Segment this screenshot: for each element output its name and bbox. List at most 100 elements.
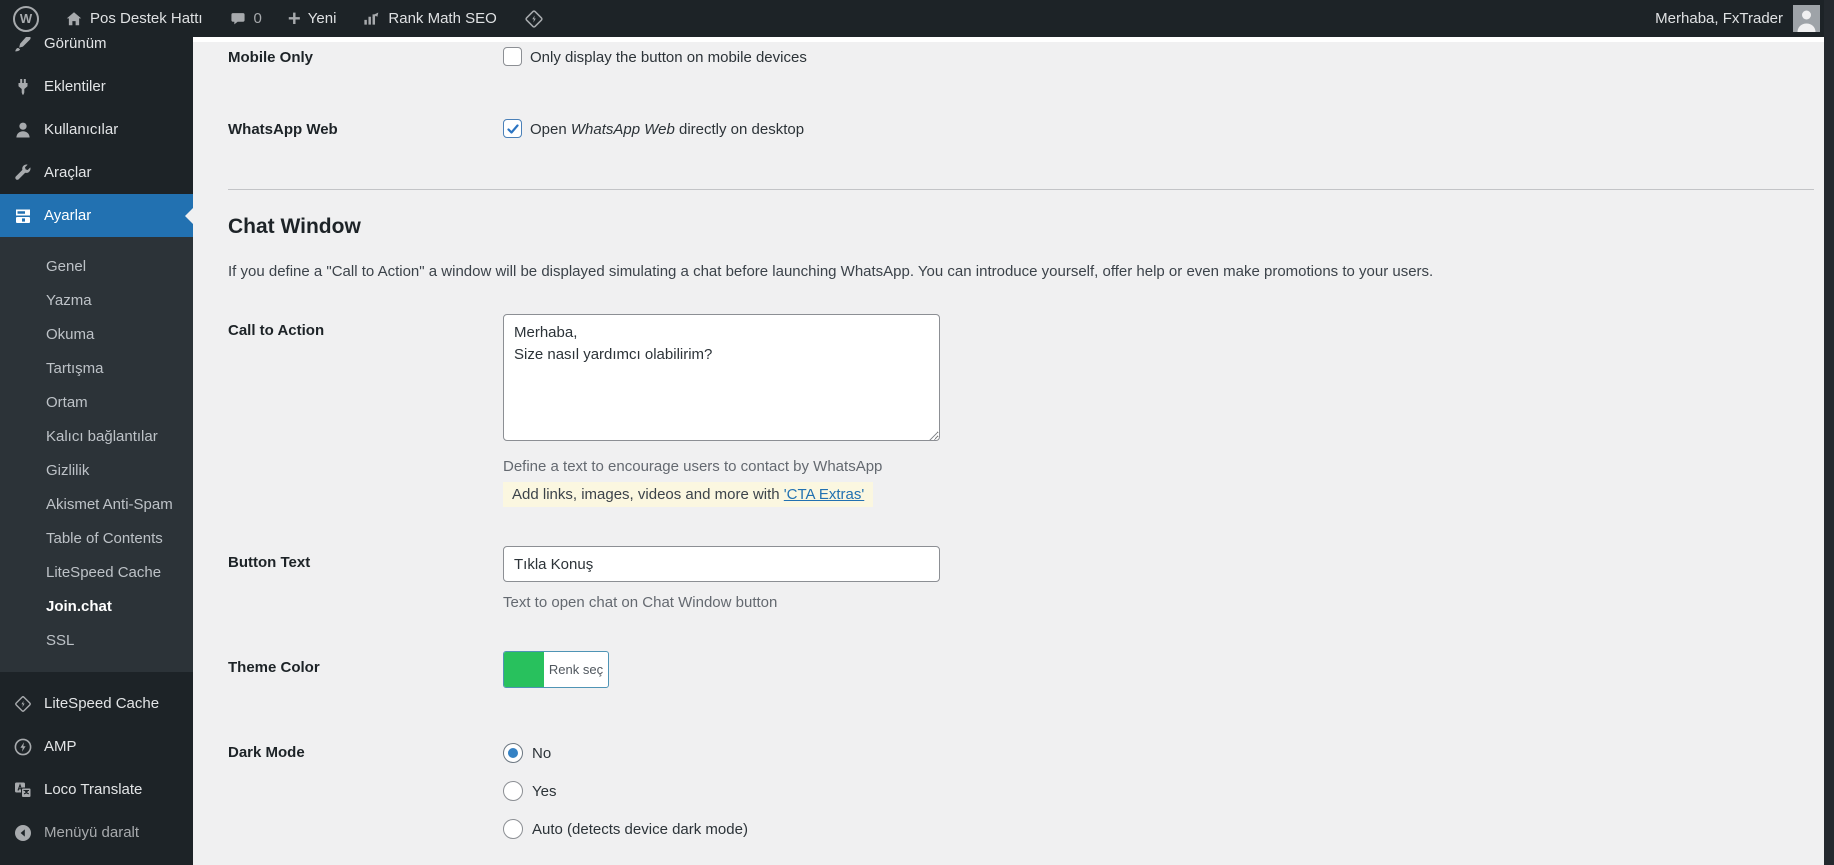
submenu-item-privacy[interactable]: Gizlilik [0, 454, 193, 488]
call-to-action-textarea[interactable]: Merhaba, Size nasıl yardımcı olabilirim? [503, 314, 940, 441]
button-text-row: Button Text Text to open chat on Chat Wi… [228, 546, 1814, 611]
sidebar-item-loco-translate[interactable]: Loco Translate [0, 768, 193, 811]
rank-math-menu[interactable]: Rank Math SEO [349, 0, 509, 37]
sidebar-item-appearance[interactable]: Görünüm [0, 37, 193, 65]
color-swatch [504, 652, 544, 687]
wordpress-logo-icon [13, 5, 39, 32]
whatsapp-web-checkbox-row[interactable]: Open WhatsApp Web directly on desktop [503, 119, 805, 139]
plus-icon [288, 10, 301, 28]
dark-mode-row: Dark Mode No Yes Auto (detects device da… [228, 743, 1814, 857]
sidebar-item-amp[interactable]: AMP [0, 725, 193, 768]
whatsapp-web-row: WhatsApp Web Open WhatsApp Web directly … [228, 119, 1814, 139]
whatsapp-web-label: WhatsApp Web [228, 121, 338, 138]
sidebar-item-label: Menüyü daralt [44, 824, 140, 841]
whatsapp-web-checkbox[interactable] [503, 119, 522, 138]
wordpress-menu[interactable] [0, 0, 52, 37]
collapse-arrow-icon [13, 823, 33, 843]
submenu-item-akismet[interactable]: Akismet Anti-Spam [0, 488, 193, 522]
mobile-only-checkbox[interactable] [503, 47, 522, 66]
wrench-icon [13, 163, 33, 183]
rank-math-label: Rank Math SEO [388, 10, 497, 27]
sidebar-item-tools[interactable]: Araçlar [0, 151, 193, 194]
call-to-action-helper: Define a text to encourage users to cont… [503, 458, 883, 475]
page-scrollbar[interactable] [1824, 0, 1834, 865]
sidebar-item-label: Eklentiler [44, 78, 106, 95]
comments-link[interactable]: 0 [216, 0, 275, 37]
radio-label: Auto (detects device dark mode) [532, 820, 748, 838]
color-picker-button-label: Renk seç [548, 662, 604, 677]
theme-color-label: Theme Color [228, 659, 320, 676]
dark-mode-option-no[interactable]: No [503, 743, 748, 763]
sidebar-item-plugins[interactable]: Eklentiler [0, 65, 193, 108]
section-description: If you define a "Call to Action" a windo… [228, 263, 1434, 280]
submenu-item-media[interactable]: Ortam [0, 386, 193, 420]
settings-sliders-icon [13, 206, 33, 226]
submenu-item-general[interactable]: Genel [0, 250, 193, 284]
check-icon [506, 123, 519, 134]
sidebar-item-settings[interactable]: Ayarlar [0, 194, 193, 237]
comments-count: 0 [253, 10, 262, 27]
admin-sidebar: Görünüm Eklentiler Kullanıcılar Araçlar … [0, 37, 193, 865]
mobile-only-row: Mobile Only Only display the button on m… [228, 47, 1814, 67]
call-to-action-label: Call to Action [228, 322, 325, 339]
radio-selected[interactable] [503, 743, 523, 763]
button-text-input[interactable] [503, 546, 940, 582]
color-picker-button[interactable]: Renk seç [503, 651, 609, 688]
submenu-item-permalinks[interactable]: Kalıcı bağlantılar [0, 420, 193, 454]
site-link[interactable]: Pos Destek Hattı [52, 0, 216, 37]
button-text-label: Button Text [228, 554, 311, 571]
settings-form: Mobile Only Only display the button on m… [193, 37, 1834, 865]
mobile-only-checkbox-row[interactable]: Only display the button on mobile device… [503, 47, 807, 67]
new-label: Yeni [307, 10, 337, 27]
collapse-menu-button[interactable]: Menüyü daralt [0, 811, 193, 854]
cta-extras-link[interactable]: 'CTA Extras' [784, 486, 864, 503]
dark-mode-option-yes[interactable]: Yes [503, 781, 748, 801]
sidebar-item-label: Görünüm [44, 37, 107, 52]
cta-extras-note: Add links, images, videos and more with … [503, 482, 874, 507]
translate-icon [13, 780, 33, 800]
submenu-item-litespeed[interactable]: LiteSpeed Cache [0, 556, 193, 590]
button-text-helper: Text to open chat on Chat Window button [503, 594, 778, 611]
section-title: Chat Window [228, 215, 361, 238]
theme-color-row: Theme Color Renk seç [228, 651, 1814, 688]
radio[interactable] [503, 819, 523, 839]
brush-icon [13, 37, 33, 54]
dark-mode-option-auto[interactable]: Auto (detects device dark mode) [503, 819, 748, 839]
mobile-only-label: Mobile Only [228, 49, 314, 66]
litespeed-bar-menu[interactable] [510, 0, 558, 37]
submenu-item-ssl[interactable]: SSL [0, 624, 193, 658]
home-icon [65, 10, 83, 28]
sidebar-item-label: Kullanıcılar [44, 121, 119, 138]
plug-icon [13, 77, 33, 97]
submenu-item-discussion[interactable]: Tartışma [0, 352, 193, 386]
whatsapp-web-checkbox-label: Open WhatsApp Web directly on desktop [530, 121, 805, 138]
section-divider [228, 189, 1814, 190]
new-content-menu[interactable]: Yeni [275, 0, 350, 37]
sidebar-item-label: Araçlar [44, 164, 92, 181]
radio-label: No [532, 744, 552, 762]
amp-bolt-icon [13, 737, 33, 757]
mobile-only-checkbox-label: Only display the button on mobile device… [530, 49, 807, 66]
submenu-item-toc[interactable]: Table of Contents [0, 522, 193, 556]
avatar[interactable] [1793, 5, 1820, 32]
radio[interactable] [503, 781, 523, 801]
submenu-item-reading[interactable]: Okuma [0, 318, 193, 352]
settings-submenu: Genel Yazma Okuma Tartışma Ortam Kalıcı … [0, 237, 193, 672]
admin-bar: Pos Destek Hattı 0 Yeni Rank Math SEO Me… [0, 0, 1834, 37]
radio-label: Yes [532, 782, 557, 800]
user-icon [13, 120, 33, 140]
comment-bubble-icon [229, 10, 247, 28]
account-greeting[interactable]: Merhaba, FxTrader [1655, 10, 1783, 27]
submenu-item-writing[interactable]: Yazma [0, 284, 193, 318]
sidebar-item-users[interactable]: Kullanıcılar [0, 108, 193, 151]
dark-mode-label: Dark Mode [228, 744, 305, 761]
sidebar-item-label: LiteSpeed Cache [44, 695, 160, 712]
site-name: Pos Destek Hattı [90, 10, 203, 27]
litespeed-diamond-icon [13, 694, 33, 714]
call-to-action-row: Call to Action Merhaba, Size nasıl yardı… [228, 314, 1814, 507]
sidebar-item-label: Loco Translate [44, 781, 143, 798]
sidebar-item-litespeed-cache[interactable]: LiteSpeed Cache [0, 682, 193, 725]
sidebar-item-label: Ayarlar [44, 207, 92, 224]
rank-math-icon [362, 9, 381, 28]
submenu-item-joinchat[interactable]: Join.chat [0, 590, 193, 624]
